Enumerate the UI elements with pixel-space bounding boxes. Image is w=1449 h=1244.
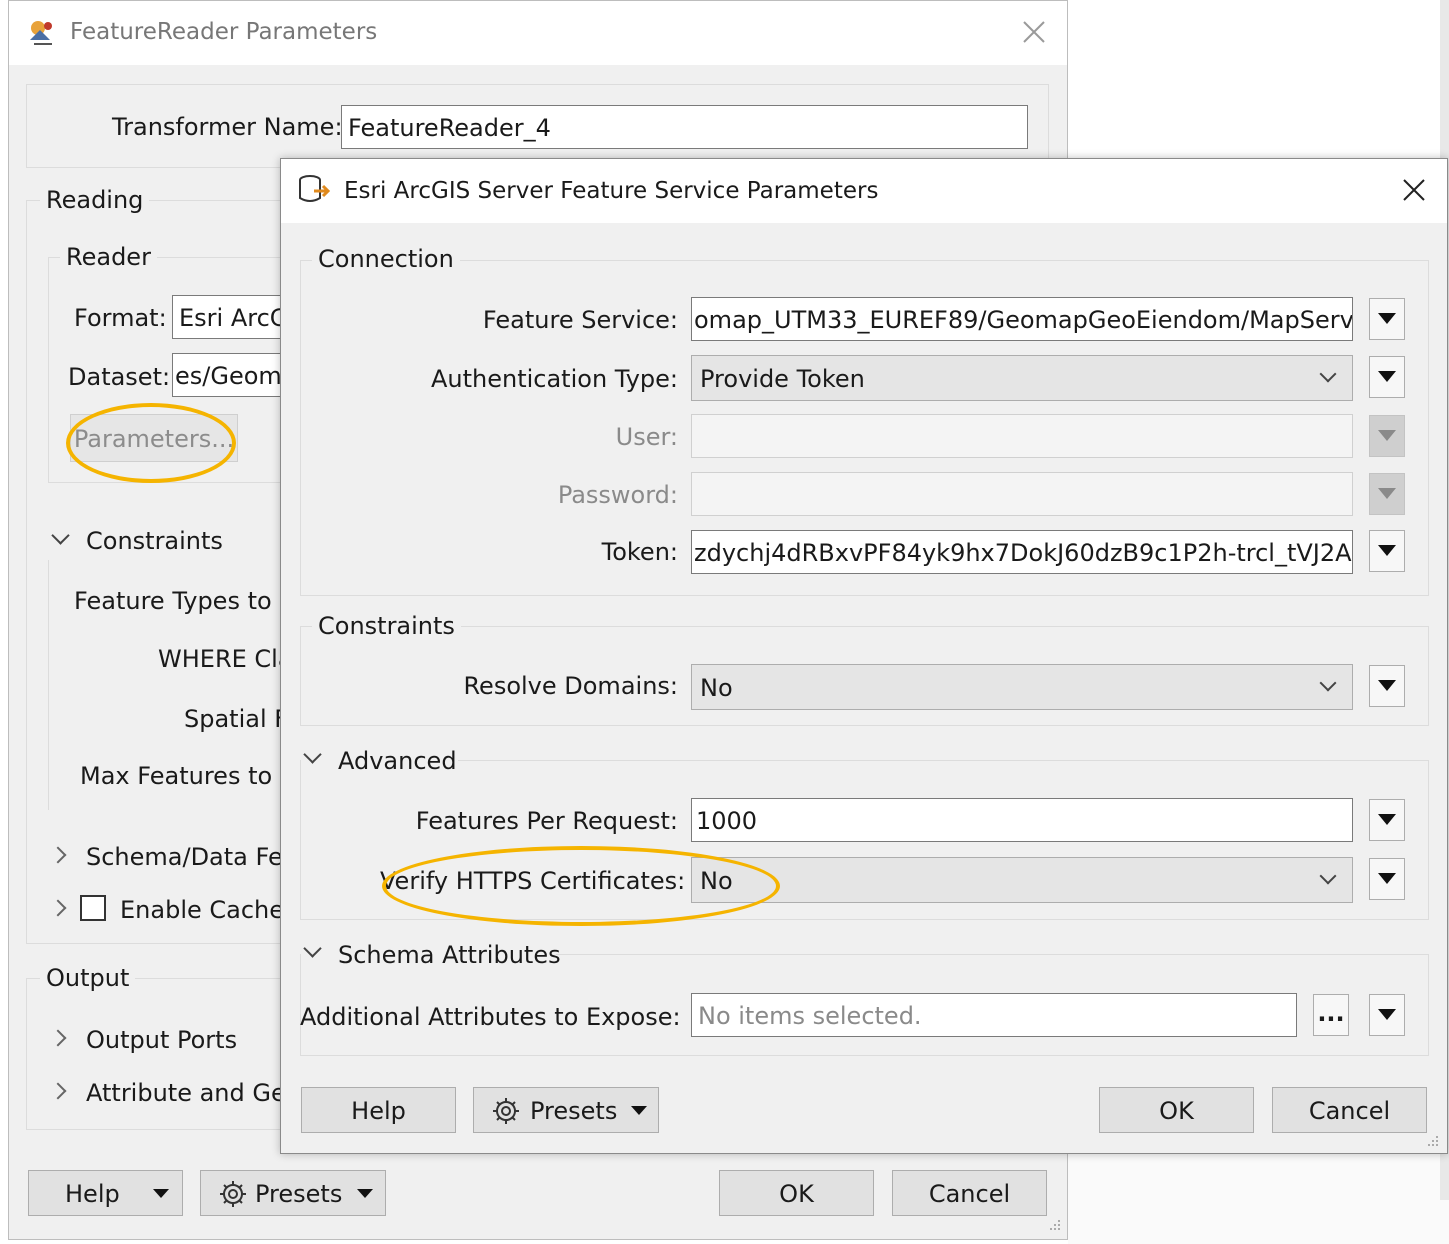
desktop-background bbox=[1068, 0, 1449, 160]
back-cancel-button[interactable]: Cancel bbox=[892, 1170, 1047, 1216]
feature-service-title: Esri ArcGIS Server Feature Service Param… bbox=[344, 178, 879, 204]
front-ok-button[interactable]: OK bbox=[1099, 1087, 1254, 1133]
close-icon[interactable] bbox=[1400, 176, 1428, 204]
features-per-request-input[interactable]: 1000 bbox=[691, 798, 1353, 842]
resolve-domains-value: No bbox=[700, 674, 733, 702]
additional-attributes-label: Additional Attributes to Expose: bbox=[300, 1003, 681, 1031]
additional-attributes-field[interactable]: No items selected. bbox=[691, 993, 1297, 1037]
front-presets-button[interactable]: Presets bbox=[473, 1087, 659, 1133]
database-export-icon bbox=[298, 174, 332, 206]
user-input[interactable] bbox=[691, 414, 1353, 458]
close-icon[interactable] bbox=[1020, 18, 1048, 46]
front-cancel-button[interactable]: Cancel bbox=[1272, 1087, 1427, 1133]
resize-grip-icon[interactable] bbox=[1044, 1214, 1062, 1232]
output-ports-label: Output Ports bbox=[86, 1026, 238, 1054]
features-per-request-label: Features Per Request: bbox=[415, 807, 678, 835]
feature-types-label: Feature Types to R bbox=[74, 587, 296, 615]
format-field[interactable]: Esri ArcG bbox=[172, 295, 292, 339]
chevron-down-icon bbox=[1319, 674, 1337, 692]
attribute-geometry-label: Attribute and Ge bbox=[86, 1079, 286, 1107]
token-label: Token: bbox=[601, 538, 678, 566]
token-input[interactable]: zdychj4dRBxvPF84yk9hx7DokJ60dzB9c1P2h-tr… bbox=[691, 530, 1353, 574]
front-help-button[interactable]: Help bbox=[301, 1087, 456, 1133]
auth-type-label: Authentication Type: bbox=[430, 365, 678, 393]
connection-title: Connection bbox=[312, 245, 460, 273]
featurereader-app-icon bbox=[26, 18, 56, 48]
advanced-group-topline bbox=[458, 760, 1429, 761]
presets-gear-icon bbox=[490, 1095, 522, 1127]
token-menu-button[interactable] bbox=[1369, 530, 1405, 572]
feature-service-menu-button[interactable] bbox=[1369, 298, 1405, 340]
user-label: User: bbox=[615, 423, 678, 451]
features-per-request-menu-button[interactable] bbox=[1369, 799, 1405, 841]
dropdown-arrow-icon bbox=[357, 1189, 373, 1198]
dataset-field[interactable]: es/Geoma bbox=[172, 353, 292, 397]
auth-type-menu-button[interactable] bbox=[1369, 356, 1405, 398]
back-ok-button[interactable]: OK bbox=[719, 1170, 874, 1216]
parameters-highlight-ellipse bbox=[66, 403, 236, 483]
back-help-label: Help bbox=[65, 1180, 120, 1208]
featurereader-title: FeatureReader Parameters bbox=[70, 19, 378, 45]
schema-group-topline bbox=[556, 954, 1429, 955]
additional-attributes-placeholder: No items selected. bbox=[698, 1002, 922, 1030]
dropdown-arrow-icon bbox=[631, 1106, 647, 1115]
auth-type-value: Provide Token bbox=[700, 365, 865, 393]
constraints-title: Constraints bbox=[312, 612, 461, 640]
resolve-domains-label: Resolve Domains: bbox=[463, 672, 678, 700]
transformer-name-input[interactable]: FeatureReader_4 bbox=[341, 105, 1028, 149]
reader-title: Reader bbox=[60, 243, 157, 271]
ellipsis-button[interactable]: ... bbox=[1313, 994, 1349, 1036]
resolve-domains-menu-button[interactable] bbox=[1369, 665, 1405, 707]
dataset-label: Dataset: bbox=[68, 363, 171, 391]
desktop-strip-bottom bbox=[1068, 1150, 1449, 1244]
verify-https-highlight-ellipse bbox=[382, 846, 780, 926]
dropdown-arrow-icon bbox=[153, 1189, 169, 1198]
auth-type-select[interactable]: Provide Token bbox=[691, 355, 1353, 401]
verify-https-select[interactable]: No bbox=[691, 857, 1353, 903]
password-input[interactable] bbox=[691, 472, 1353, 516]
back-presets-label: Presets bbox=[255, 1180, 343, 1208]
password-label: Password: bbox=[557, 481, 678, 509]
enable-cache-checkbox[interactable] bbox=[80, 895, 106, 921]
constraints-group-line bbox=[48, 560, 49, 810]
format-label: Format: bbox=[74, 304, 167, 332]
back-presets-button[interactable]: Presets bbox=[200, 1170, 386, 1216]
where-clause-label: WHERE Cla bbox=[158, 645, 293, 673]
resize-grip-icon[interactable] bbox=[1422, 1130, 1440, 1148]
max-features-label: Max Features to R bbox=[80, 762, 297, 790]
output-group bbox=[26, 978, 286, 1130]
enable-cache-label: Enable Cache bbox=[120, 896, 285, 924]
reading-title: Reading bbox=[40, 186, 150, 214]
schema-data-label: Schema/Data Fea bbox=[86, 843, 298, 871]
additional-attributes-menu-button[interactable] bbox=[1369, 994, 1405, 1036]
feature-service-label: Feature Service: bbox=[482, 306, 678, 334]
feature-service-input[interactable]: omap_UTM33_EUREF89/GeomapGeoEiendom/MapS… bbox=[691, 297, 1353, 341]
constraints-title: Constraints bbox=[86, 527, 223, 555]
presets-gear-icon bbox=[217, 1178, 249, 1210]
resolve-domains-select[interactable]: No bbox=[691, 664, 1353, 710]
verify-https-menu-button[interactable] bbox=[1369, 858, 1405, 900]
user-menu-button[interactable] bbox=[1369, 415, 1405, 457]
output-title: Output bbox=[40, 964, 136, 992]
password-menu-button[interactable] bbox=[1369, 473, 1405, 515]
chevron-down-icon bbox=[1319, 867, 1337, 885]
front-presets-label: Presets bbox=[530, 1097, 618, 1125]
chevron-down-icon bbox=[1319, 365, 1337, 383]
back-help-button[interactable]: Help bbox=[28, 1170, 183, 1216]
spatial-filter-label: Spatial F bbox=[184, 705, 289, 733]
transformer-name-label: Transformer Name: bbox=[112, 113, 343, 141]
